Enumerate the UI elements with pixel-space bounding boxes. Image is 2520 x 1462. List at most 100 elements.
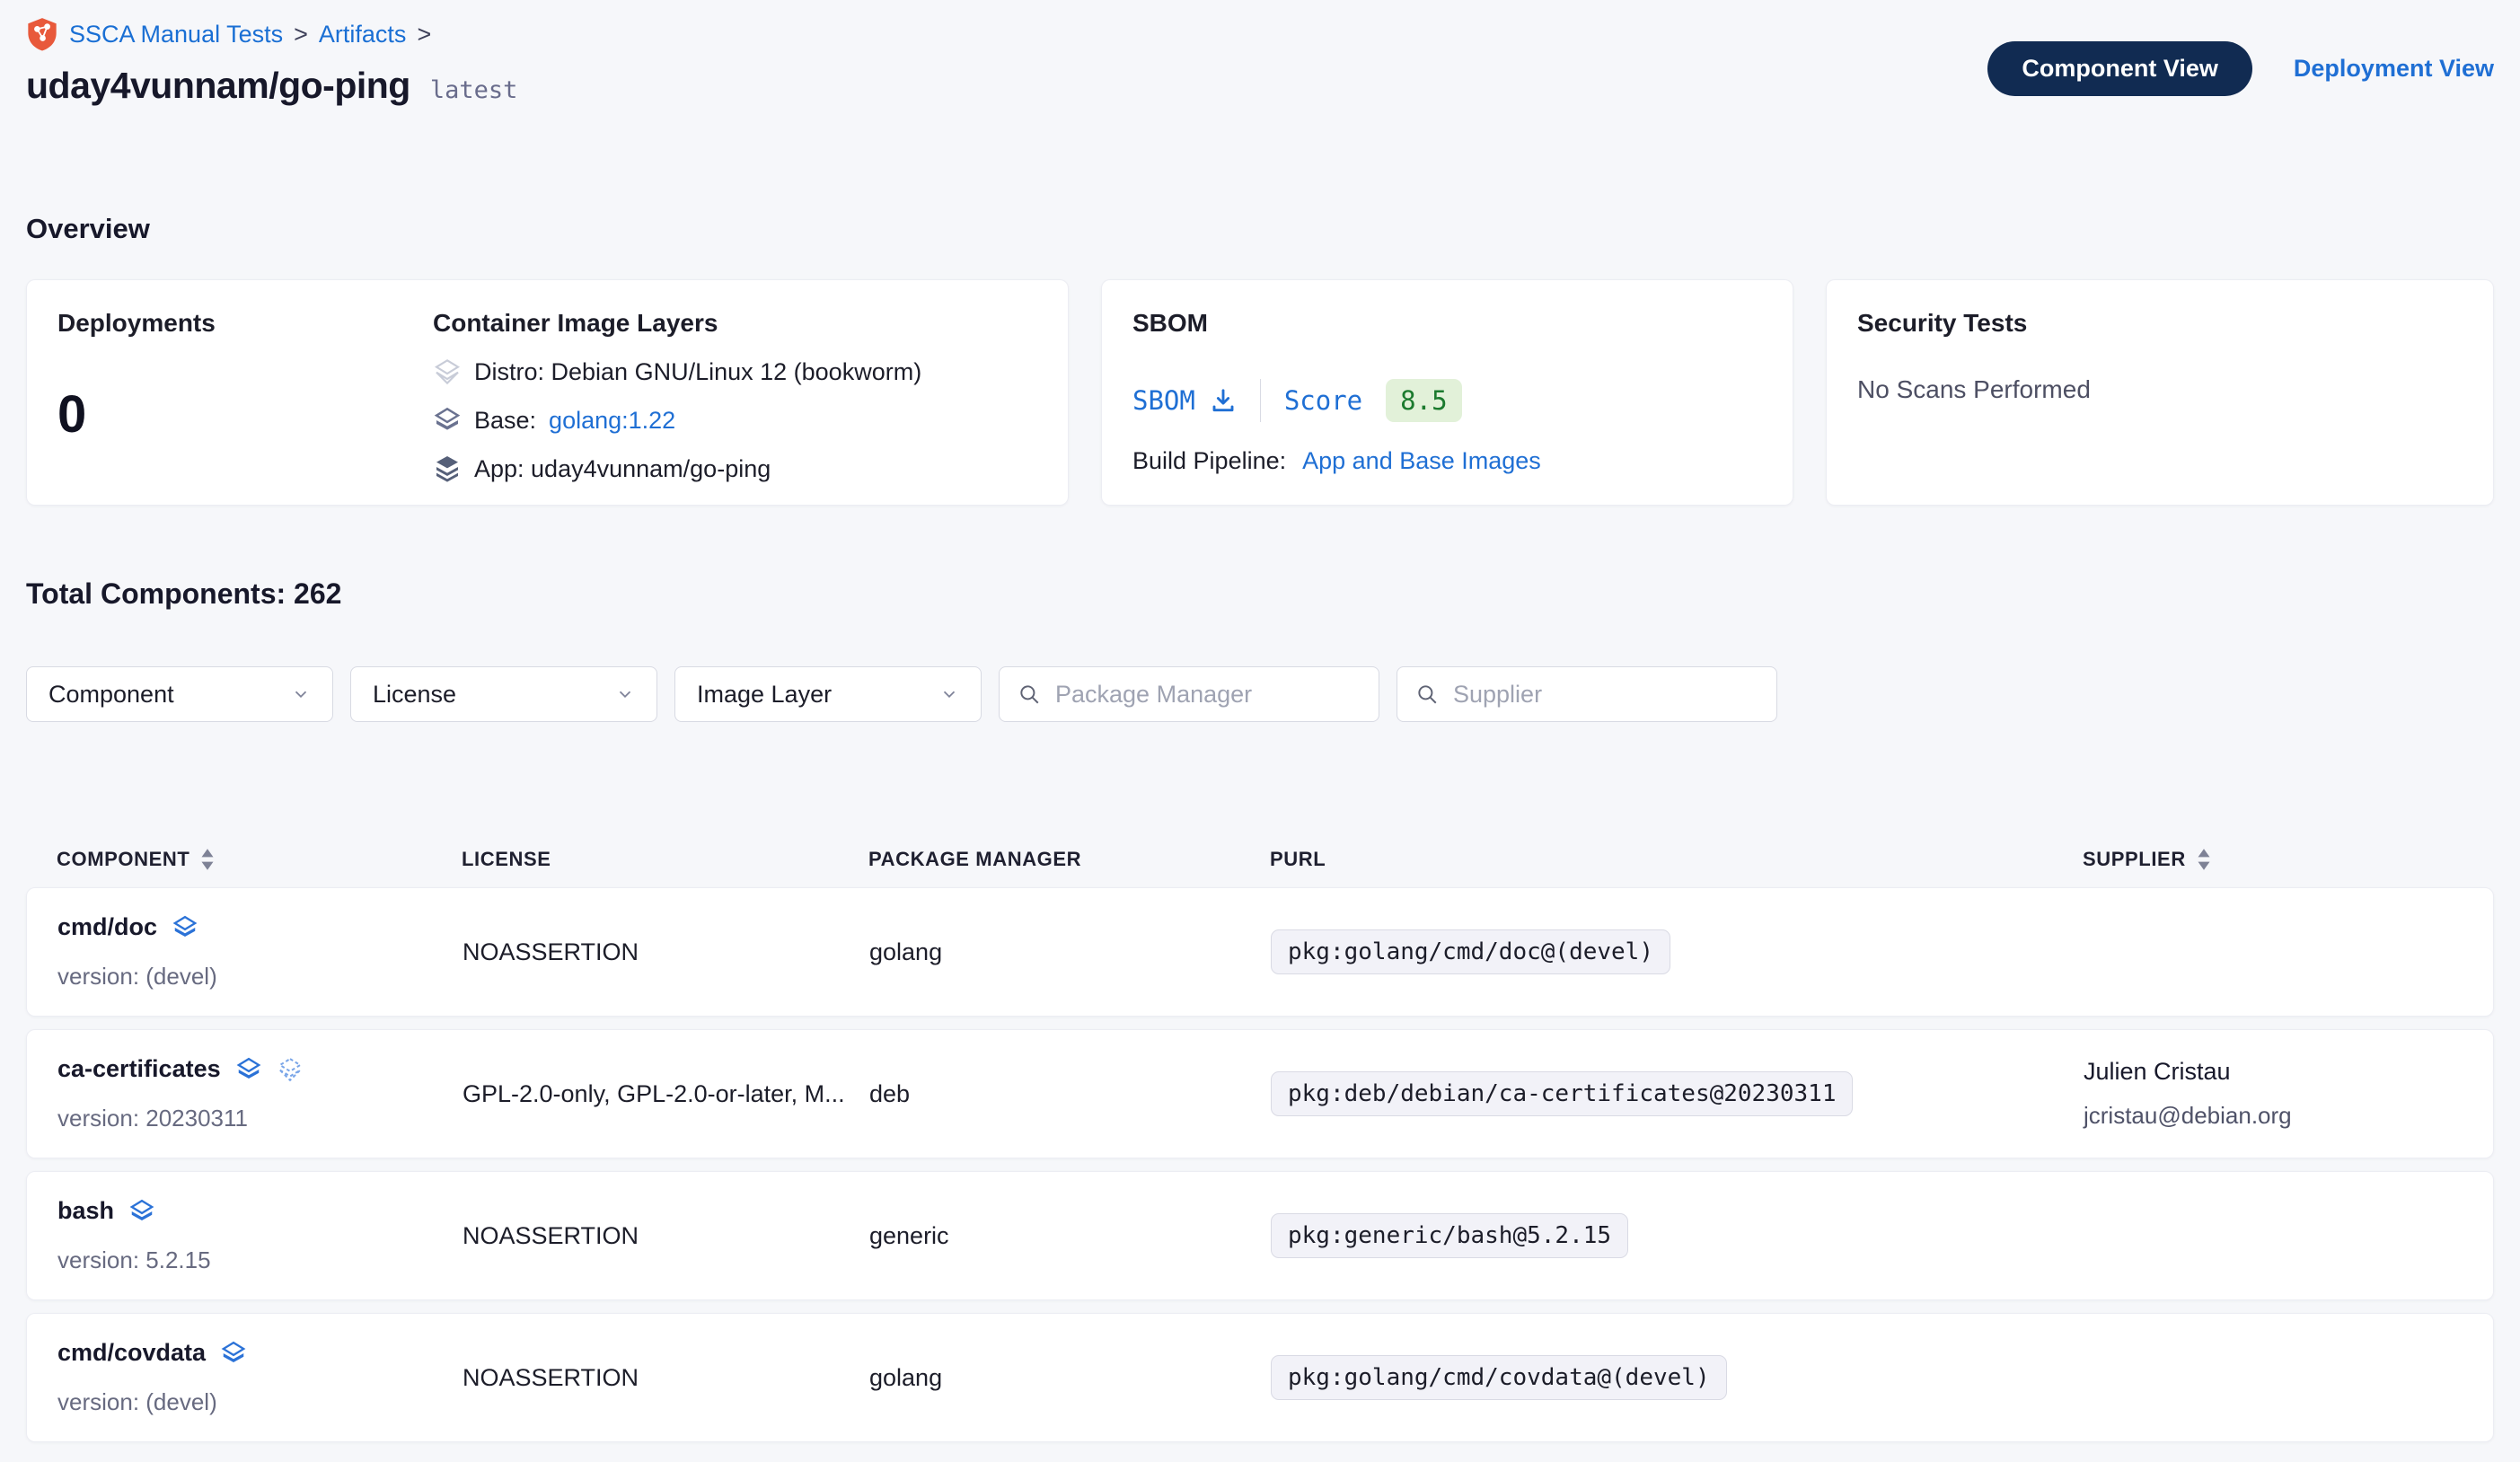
page-title: uday4vunnam/go-ping	[26, 65, 410, 107]
view-toggle: Component View Deployment View	[1987, 41, 2494, 96]
layers-half-icon	[433, 406, 462, 435]
component-cell: cmd/covdata version: (devel)	[57, 1339, 463, 1416]
license-cell: NOASSERTION	[463, 1222, 869, 1250]
component-version: version: (devel)	[57, 1388, 463, 1416]
component-version: version: 20230311	[57, 1105, 463, 1132]
package-manager-cell: generic	[869, 1222, 1271, 1250]
sbom-card: SBOM SBOM Score 8.5 Build Pipeline: App …	[1101, 279, 1793, 506]
table-row[interactable]: cmd/covdata version: (devel) NOASSERTION…	[26, 1313, 2494, 1442]
layer-row-distro: Distro: Debian GNU/Linux 12 (bookworm)	[433, 357, 1037, 386]
ssca-shield-icon	[26, 17, 58, 51]
chevron-down-icon	[291, 684, 311, 704]
purl-chip: pkg:golang/cmd/covdata@(devel)	[1271, 1355, 1727, 1400]
layer-app-text: App: uday4vunnam/go-ping	[474, 455, 771, 483]
purl-chip: pkg:deb/debian/ca-certificates@20230311	[1271, 1071, 1853, 1116]
table-row[interactable]: cmd/doc version: (devel) NOASSERTION gol…	[26, 887, 2494, 1017]
package-manager-cell: golang	[869, 1364, 1271, 1392]
container-image-layers-block: Container Image Layers Distro: Debian GN…	[433, 309, 1037, 476]
column-header-purl: PURL	[1270, 848, 2083, 871]
breadcrumb: SSCA Manual Tests > Artifacts >	[26, 16, 517, 52]
breadcrumb-separator: >	[294, 21, 308, 48]
layer-row-base: Base: golang:1.22	[433, 406, 1037, 435]
total-components-heading: Total Components: 262	[26, 577, 2494, 611]
image-layer-filter-dropdown[interactable]: Image Layer	[674, 666, 982, 722]
table-row[interactable]: ca-certificates version: 20230311 GPL-2.…	[26, 1029, 2494, 1158]
purl-cell: pkg:golang/cmd/doc@(devel)	[1271, 929, 2084, 974]
component-version: version: (devel)	[57, 963, 463, 991]
sbom-download-link-label: SBOM	[1132, 385, 1195, 416]
license-cell: GPL-2.0-only, GPL-2.0-or-later, M...	[463, 1080, 869, 1108]
security-tests-card: Security Tests No Scans Performed	[1826, 279, 2494, 506]
layers-blue-icon	[220, 1340, 247, 1367]
chevron-down-icon	[939, 684, 959, 704]
header-left: SSCA Manual Tests > Artifacts > uday4vun…	[26, 16, 517, 107]
image-layer-filter-label: Image Layer	[697, 681, 832, 709]
component-cell: bash version: 5.2.15	[57, 1197, 463, 1274]
package-manager-search-input[interactable]	[1055, 681, 1361, 709]
breadcrumb-link-artifacts[interactable]: Artifacts	[319, 21, 407, 48]
component-cell: cmd/doc version: (devel)	[57, 913, 463, 991]
search-icon	[1415, 683, 1439, 706]
layer-base-text: Base:	[474, 407, 536, 435]
supplier-cell	[2084, 1370, 2463, 1386]
sbom-download-link[interactable]: SBOM	[1132, 385, 1237, 416]
supplier-cell	[2084, 1228, 2463, 1244]
supplier-search-input[interactable]	[1453, 681, 1758, 709]
breadcrumb-separator: >	[417, 21, 431, 48]
column-header-license: License	[462, 848, 868, 871]
layers-blue-icon	[172, 914, 198, 941]
purl-cell: pkg:generic/bash@5.2.15	[1271, 1213, 2084, 1258]
deployment-view-button[interactable]: Deployment View	[2294, 55, 2494, 83]
sort-icon	[2197, 848, 2211, 871]
deployments-label: Deployments	[57, 309, 433, 338]
column-header-component[interactable]: Component	[57, 848, 462, 871]
build-pipeline-label: Build Pipeline:	[1132, 447, 1286, 475]
artifact-tag-badge: latest	[430, 76, 518, 104]
build-pipeline-row: Build Pipeline: App and Base Images	[1132, 447, 1762, 475]
breadcrumb-link-project[interactable]: SSCA Manual Tests	[69, 21, 283, 48]
purl-chip: pkg:golang/cmd/doc@(devel)	[1271, 929, 1670, 974]
search-icon	[1018, 683, 1041, 706]
artifact-detail-page: SSCA Manual Tests > Artifacts > uday4vun…	[0, 0, 2520, 1462]
component-view-button[interactable]: Component View	[1987, 41, 2252, 96]
deployments-layers-card: Deployments 0 Container Image Layers Dis…	[26, 279, 1069, 506]
column-header-supplier-label: Supplier	[2083, 848, 2186, 871]
deployments-count: 0	[57, 384, 433, 445]
chevron-down-icon	[615, 684, 635, 704]
column-header-component-label: Component	[57, 848, 189, 871]
table-row[interactable]: bash version: 5.2.15 NOASSERTION generic…	[26, 1171, 2494, 1300]
license-filter-label: License	[373, 681, 456, 709]
layers-filled-dark-icon	[433, 454, 462, 483]
component-name: bash	[57, 1197, 114, 1225]
sbom-score-label: Score	[1284, 385, 1362, 416]
license-cell: NOASSERTION	[463, 938, 869, 966]
layer-row-app: App: uday4vunnam/go-ping	[433, 454, 1037, 483]
package-manager-cell: deb	[869, 1080, 1271, 1108]
component-cell: ca-certificates version: 20230311	[57, 1055, 463, 1132]
layers-blue-icon	[128, 1198, 155, 1225]
supplier-name: Julien Cristau	[2084, 1058, 2463, 1086]
layers-outline-light-icon	[433, 357, 462, 386]
divider	[1260, 379, 1261, 422]
filters-row: Component License Image Layer	[26, 666, 2494, 722]
license-filter-dropdown[interactable]: License	[350, 666, 657, 722]
top-bar: SSCA Manual Tests > Artifacts > uday4vun…	[26, 0, 2494, 107]
base-image-link[interactable]: golang:1.22	[549, 407, 675, 435]
download-icon[interactable]	[1210, 387, 1237, 414]
components-table-header: Component License Package Manager PURL S…	[26, 832, 2494, 887]
license-cell: NOASSERTION	[463, 1364, 869, 1392]
component-filter-label: Component	[48, 681, 174, 709]
security-tests-status: No Scans Performed	[1857, 375, 2463, 404]
package-manager-search	[999, 666, 1379, 722]
overview-heading: Overview	[26, 213, 2494, 245]
sbom-actions: SBOM Score 8.5	[1132, 379, 1762, 422]
container-image-layers-label: Container Image Layers	[433, 309, 1037, 338]
column-header-package-manager: Package Manager	[868, 848, 1270, 871]
build-pipeline-link[interactable]: App and Base Images	[1302, 447, 1541, 475]
package-manager-cell: golang	[869, 938, 1271, 966]
sbom-card-label: SBOM	[1132, 309, 1762, 338]
component-filter-dropdown[interactable]: Component	[26, 666, 333, 722]
layer-distro-text: Distro: Debian GNU/Linux 12 (bookworm)	[474, 358, 921, 386]
column-header-supplier[interactable]: Supplier	[2083, 848, 2463, 871]
supplier-search	[1397, 666, 1777, 722]
